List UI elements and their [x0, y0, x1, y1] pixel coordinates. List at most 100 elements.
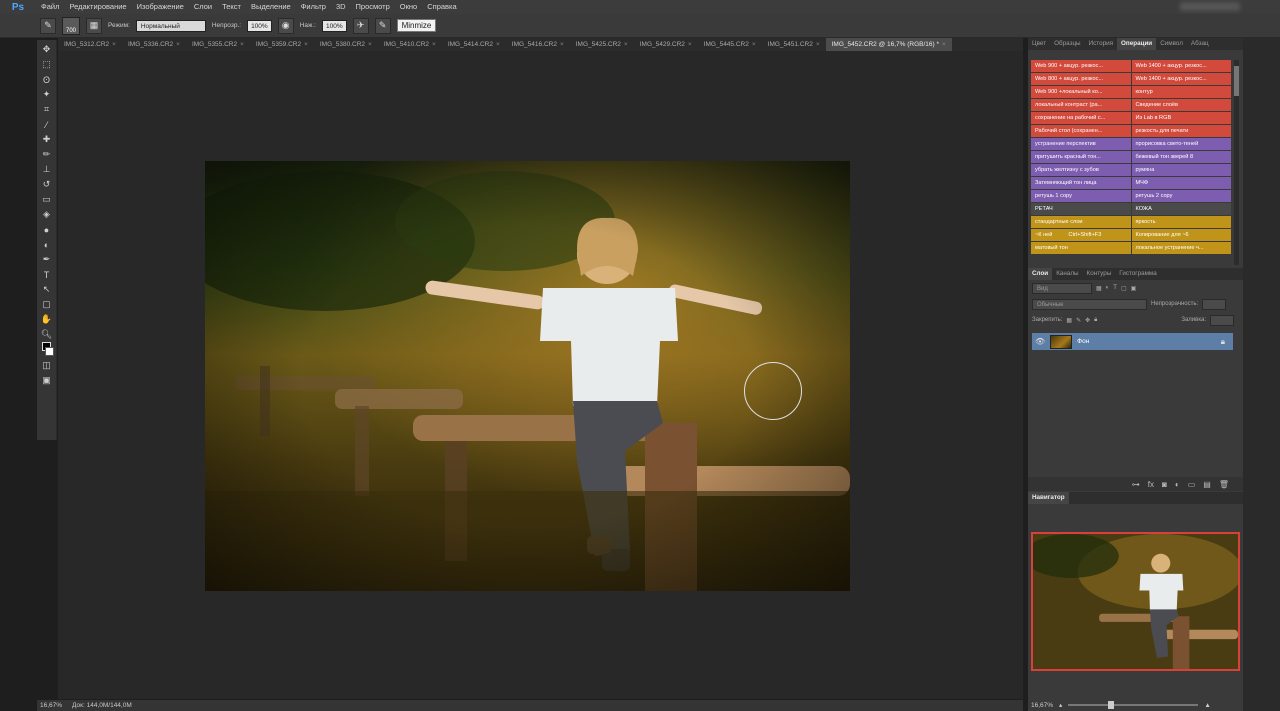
menu-item[interactable]: Справка	[422, 0, 461, 14]
panel-tab[interactable]: Операции	[1117, 38, 1157, 50]
dodge-tool-icon[interactable]: ◐	[40, 237, 54, 252]
action-button[interactable]: Копирование для ~6	[1131, 229, 1231, 241]
blend-mode-select[interactable]: Обычные	[1032, 298, 1147, 310]
close-icon[interactable]: ×	[496, 41, 500, 48]
document-tab[interactable]: IMG_5355.CR2 ×	[186, 38, 250, 51]
menu-item[interactable]: Просмотр	[351, 0, 395, 14]
menu-item[interactable]: Окно	[395, 0, 422, 14]
airbrush-icon[interactable]: ✈	[352, 17, 369, 34]
menu-item[interactable]: Файл	[36, 0, 64, 14]
close-icon[interactable]: ×	[816, 41, 820, 48]
layer-opacity-field[interactable]	[1202, 298, 1227, 310]
clone-stamp-tool-icon[interactable]: ⊥	[40, 162, 54, 177]
action-button[interactable]: ретушь 2 сору	[1131, 190, 1231, 202]
action-button[interactable]: ретушь 1 сору	[1031, 190, 1131, 202]
brush-size-picker[interactable]: 700	[62, 16, 80, 35]
panel-tab[interactable]: Цвет	[1028, 38, 1050, 50]
filter-shape-icon[interactable]: ▢	[1121, 285, 1127, 292]
visibility-eye-icon[interactable]: 👁︎	[1035, 337, 1045, 346]
lock-all-icon[interactable]: 🔒︎	[1094, 317, 1097, 324]
document-tab[interactable]: IMG_5445.CR2 ×	[698, 38, 762, 51]
menu-item[interactable]: Фильтр	[296, 0, 331, 14]
document-tab[interactable]: IMG_5359.CR2 ×	[250, 38, 314, 51]
background-color-swatch[interactable]	[45, 347, 54, 356]
move-tool-icon[interactable]: ✥	[40, 42, 54, 57]
zoom-out-icon[interactable]: ▴	[1059, 701, 1062, 709]
actions-scroll-thumb[interactable]	[1234, 66, 1239, 96]
adjustment-layer-icon[interactable]: ◐	[1175, 480, 1180, 489]
panel-tab[interactable]: Образцы	[1050, 38, 1084, 50]
filter-adjust-icon[interactable]: ◐	[1106, 285, 1110, 291]
close-icon[interactable]: ×	[432, 41, 436, 48]
action-button[interactable]: Из Lab в RGB	[1131, 112, 1231, 124]
document-tab[interactable]: IMG_5380.CR2 ×	[314, 38, 378, 51]
zoom-readout[interactable]: 16,67%	[40, 702, 62, 709]
new-group-icon[interactable]: ▭	[1188, 480, 1196, 489]
layer-row[interactable]: 👁︎ Фон 🔒︎	[1032, 333, 1233, 350]
menu-item[interactable]: Редактирование	[64, 0, 131, 14]
action-button[interactable]: КОЖА	[1131, 203, 1231, 215]
mode-select[interactable]: Нормальный	[135, 19, 206, 32]
panel-tab[interactable]: История	[1085, 38, 1117, 50]
pen-tool-icon[interactable]: ✒	[40, 252, 54, 267]
magic-wand-tool-icon[interactable]: ✦	[40, 87, 54, 102]
path-selection-tool-icon[interactable]: ↖	[40, 282, 54, 297]
menu-item[interactable]: 3D	[331, 0, 351, 14]
panel-tab[interactable]: Символ	[1156, 38, 1187, 50]
action-button[interactable]: бежевый тон зверей 8	[1131, 151, 1231, 163]
close-icon[interactable]: ×	[752, 41, 756, 48]
screen-mode-icon[interactable]: ▣	[40, 373, 54, 388]
action-button[interactable]: Web 900 + акцур. резкос...	[1031, 60, 1131, 72]
action-button[interactable]: Затемняющий тон лица	[1031, 177, 1131, 189]
filter-pixel-icon[interactable]: ▦	[1096, 285, 1102, 292]
filter-type-icon[interactable]: T	[1113, 285, 1117, 291]
panel-tab[interactable]: Абзац	[1187, 38, 1213, 50]
action-button[interactable]: устранение перспектив	[1031, 138, 1131, 150]
type-tool-icon[interactable]: T	[40, 267, 54, 282]
close-icon[interactable]: ×	[624, 41, 628, 48]
document-tab[interactable]: IMG_5416.CR2 ×	[506, 38, 570, 51]
document-tab[interactable]: IMG_5312.CR2 ×	[58, 38, 122, 51]
lock-transparent-icon[interactable]: ▦	[1066, 317, 1072, 324]
action-button[interactable]: Web 1400 + акцур. резкос...	[1131, 60, 1231, 72]
action-button[interactable]: Web 900 +локальный ко...	[1031, 86, 1131, 98]
link-layers-icon[interactable]: ⊶	[1132, 480, 1140, 489]
marquee-tool-icon[interactable]: ⬚	[40, 57, 54, 72]
zoom-tool-icon[interactable]: 🔍︎	[40, 327, 54, 342]
layers-tab[interactable]: Слои	[1028, 268, 1053, 280]
healing-brush-tool-icon[interactable]: ✚	[40, 132, 54, 147]
navigator-zoom-slider-handle[interactable]	[1108, 701, 1115, 709]
action-button[interactable]: притушить красный тон...	[1031, 151, 1131, 163]
brush-tool-icon[interactable]: ✏	[40, 147, 54, 162]
menu-item[interactable]: Текст	[217, 0, 246, 14]
history-brush-tool-icon[interactable]: ↺	[40, 177, 54, 192]
layers-tab[interactable]: Каналы	[1052, 268, 1082, 280]
blur-tool-icon[interactable]: ●	[40, 222, 54, 237]
action-button[interactable]: РЕТАЧ	[1031, 203, 1131, 215]
document-tab[interactable]: IMG_5425.CR2 ×	[570, 38, 634, 51]
filter-smart-icon[interactable]: ▣	[1131, 285, 1137, 292]
flow-field[interactable]: 100%	[321, 19, 347, 32]
document-tab[interactable]: IMG_5336.CR2 ×	[122, 38, 186, 51]
action-button[interactable]: яркость	[1131, 216, 1231, 228]
action-button[interactable]: МЧФ	[1131, 177, 1231, 189]
action-button[interactable]: прорисовка свето-теней	[1131, 138, 1231, 150]
action-button[interactable]: Web 800 + акцур. резкос...	[1031, 73, 1131, 85]
document-tab[interactable]: IMG_5451.CR2 ×	[762, 38, 826, 51]
navigator-thumbnail[interactable]	[1031, 532, 1240, 671]
opacity-pressure-icon[interactable]: ◉	[277, 17, 294, 34]
document-tab[interactable]: IMG_5414.CR2 ×	[442, 38, 506, 51]
close-icon[interactable]: ×	[368, 41, 372, 48]
document-tab-active[interactable]: IMG_5452.CR2 @ 16,7% (RGB/16) * ×	[825, 38, 952, 51]
hand-tool-icon[interactable]: ✋	[40, 312, 54, 327]
eraser-tool-icon[interactable]: ▭	[40, 192, 54, 207]
shape-tool-icon[interactable]: ▢	[40, 297, 54, 312]
canvas-area[interactable]	[58, 51, 1023, 699]
lock-position-icon[interactable]: ✥	[1085, 317, 1090, 324]
paint-bucket-tool-icon[interactable]: ◈	[40, 207, 54, 222]
menu-item[interactable]: Выделение	[246, 0, 296, 14]
quick-mask-icon[interactable]: ◫	[40, 358, 54, 373]
eyedropper-tool-icon[interactable]: ⁄	[40, 117, 54, 132]
action-button[interactable]: резкость для печати	[1131, 125, 1231, 137]
action-button[interactable]: локальный контраст (ра...	[1031, 99, 1131, 111]
